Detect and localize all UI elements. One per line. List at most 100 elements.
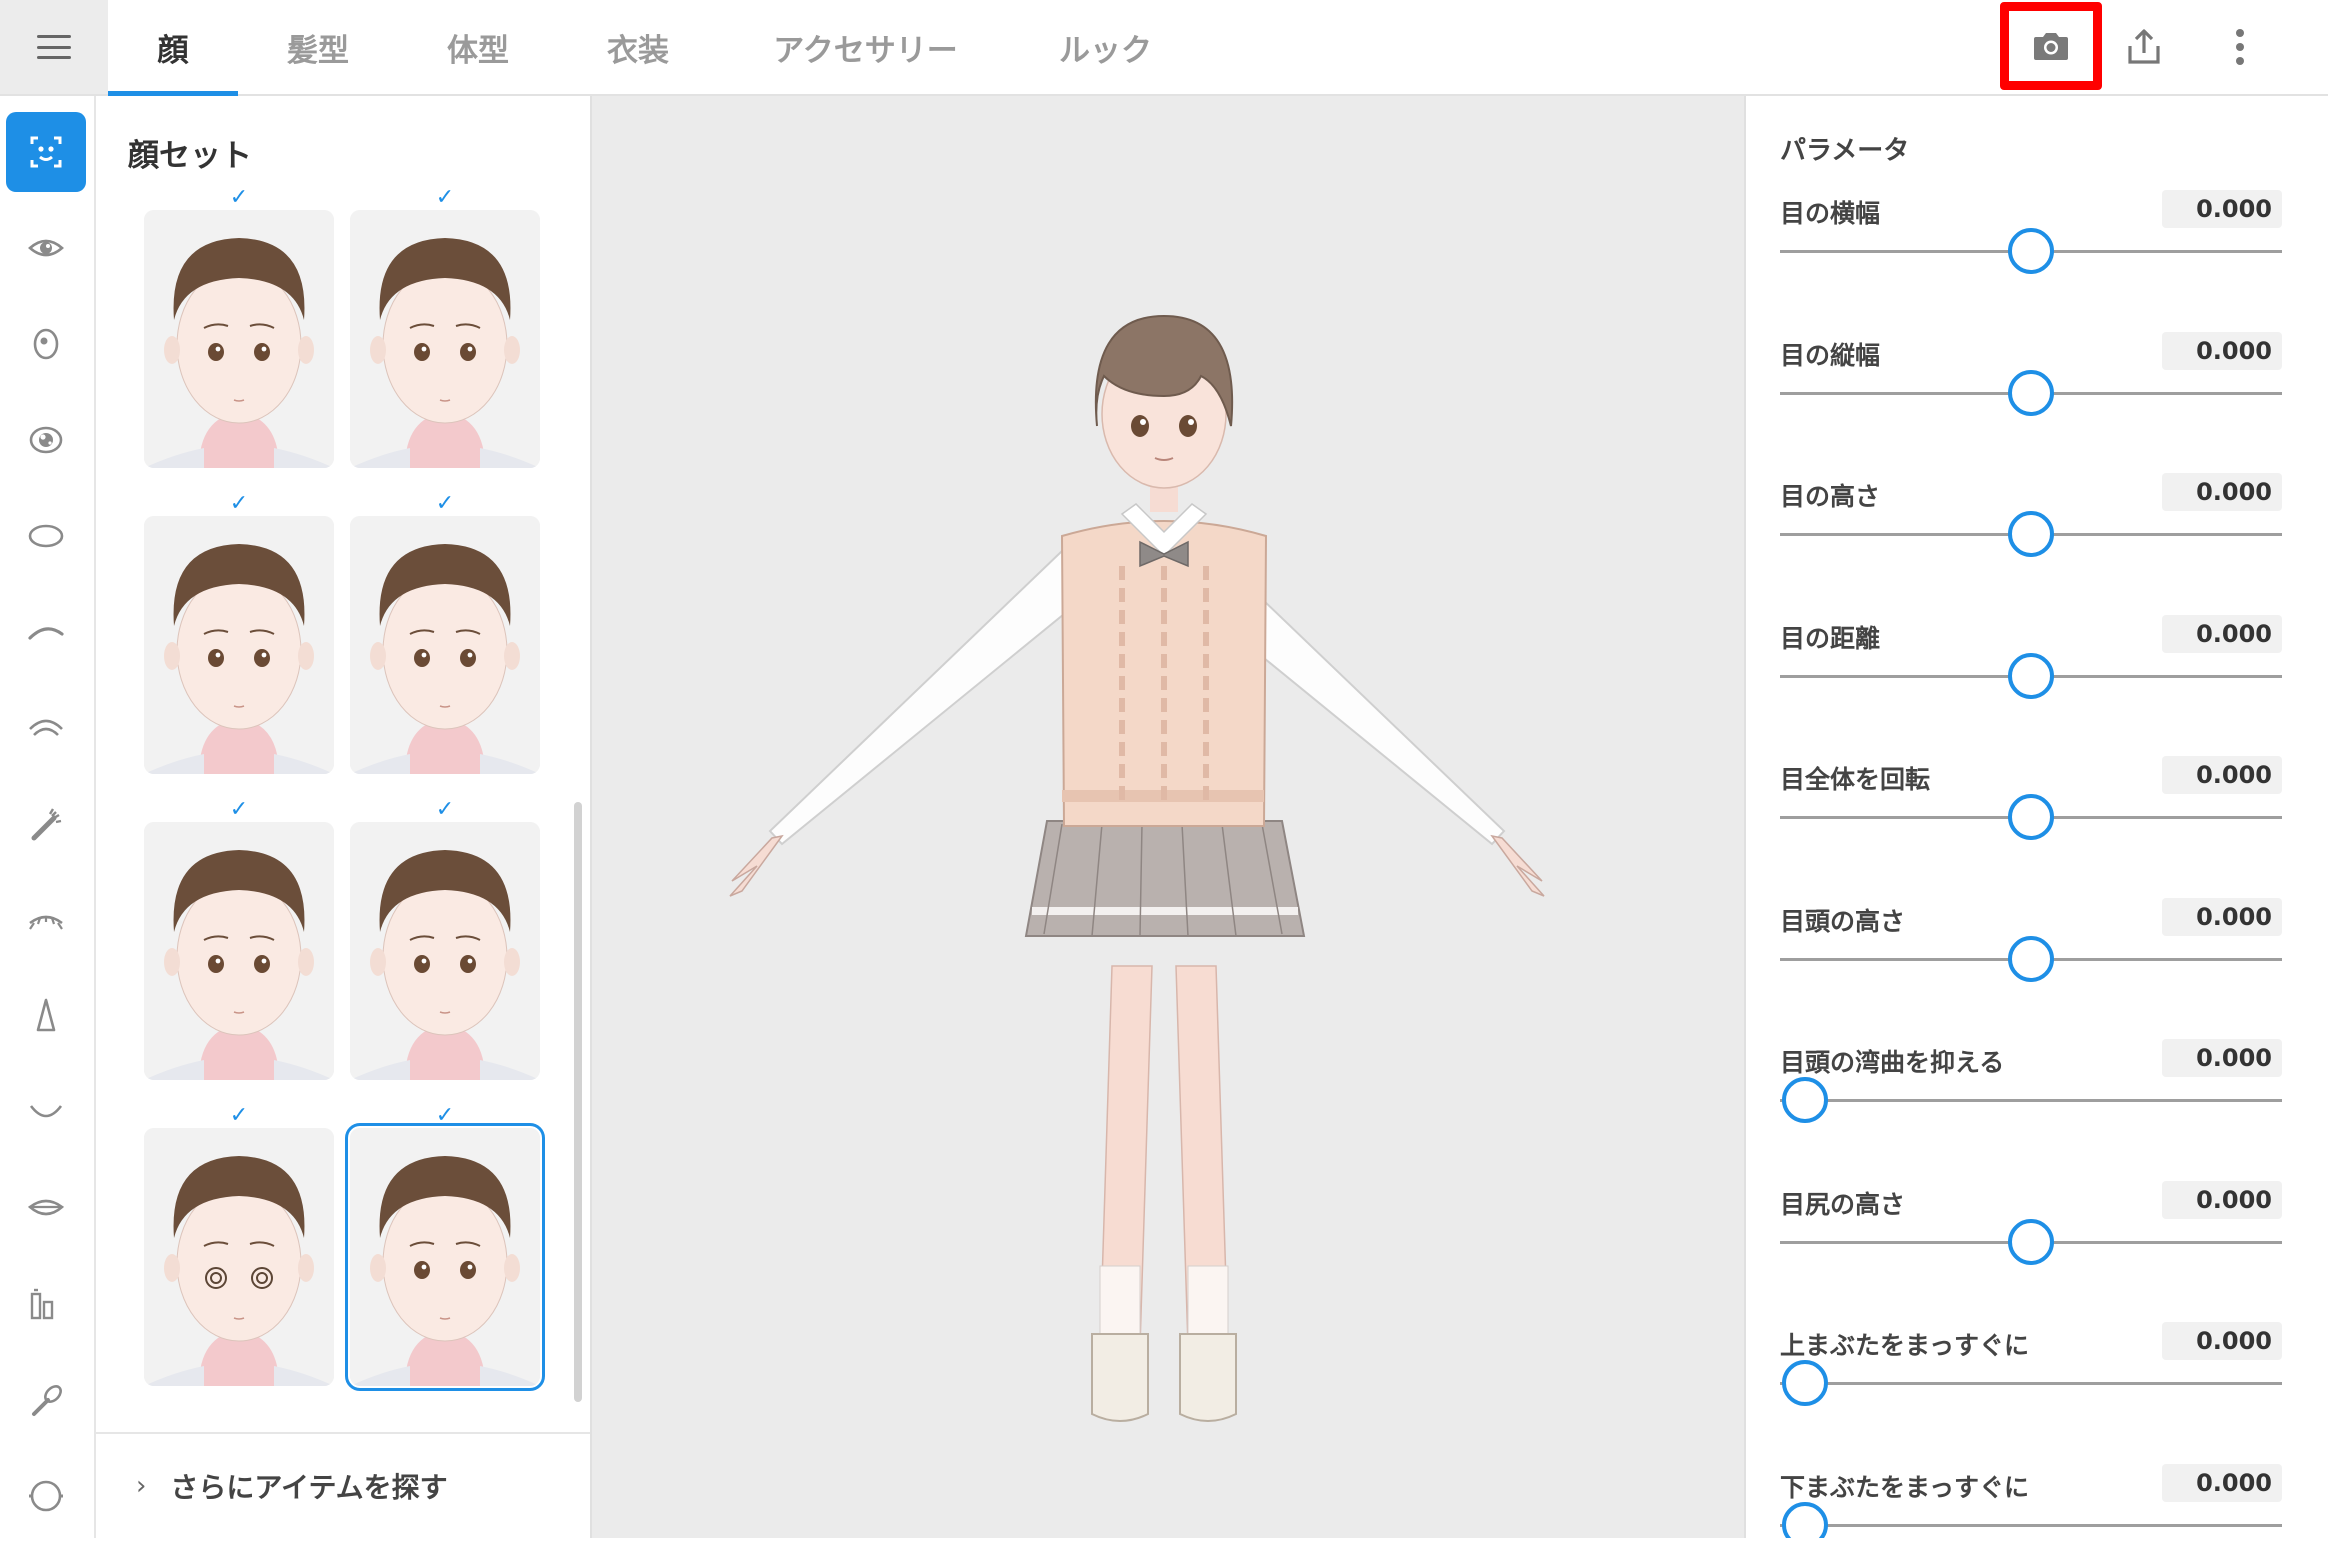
eye-icon [28,239,64,257]
camera-button[interactable] [2000,2,2102,90]
slider-thumb[interactable] [1782,1077,1829,1123]
camera-icon [2034,33,2068,60]
face-set-item[interactable] [144,516,334,774]
avatar-3d-viewport[interactable] [592,96,1744,1538]
parameter-value-field[interactable]: 0.000 [2162,331,2282,370]
parameter-label: 目頭の湾曲を抑える [1780,1048,2005,1077]
rail-eyebrow[interactable] [6,592,86,672]
rail-lips[interactable] [6,1168,86,1248]
iris-icon [33,328,59,360]
rail-eye-highlight[interactable] [6,400,86,480]
parameter-value-field[interactable]: 0.000 [2162,897,2282,936]
face-set-item[interactable] [350,516,540,774]
face-thumbnail [350,822,540,1080]
find-more-items-label: さらにアイテムを探す [170,1471,448,1504]
parameter-value-field[interactable]: 0.000 [2162,756,2282,794]
parameter-value-field[interactable]: 0.000 [2162,1039,2282,1077]
slider-thumb[interactable] [2008,794,2054,840]
parameter-row: 目頭の高さ 0.000 [1780,897,2282,1042]
hamburger-menu-button[interactable] [0,0,108,94]
face-outline-icon [28,524,64,548]
rail-eyelid[interactable] [6,688,86,768]
mouth-icon [29,1105,63,1118]
face-thumbnail [144,822,334,1080]
slider-thumb[interactable] [2008,1218,2054,1265]
parameter-value-field[interactable]: 0.000 [2162,1180,2282,1219]
parameter-value-field[interactable]: 0.000 [2162,190,2282,228]
rail-mouth[interactable] [6,1072,86,1152]
slider-track[interactable] [1780,1523,2282,1527]
avatar-model [729,314,1545,1422]
face-thumbnail [144,210,334,468]
tab-outfit[interactable]: 衣装 [558,0,718,94]
parameter-row: 目尻の高さ 0.000 [1780,1180,2282,1325]
face-set-panel: 顔セット ✓ ✓ ✓ ✓ ✓ ✓ ✓ ✓ › さらにアイテムを探す [96,96,592,1538]
rail-nose[interactable] [6,976,86,1056]
face-set-check-icon: ✓ [229,186,249,210]
tab-look[interactable]: ルック [1013,0,1198,94]
parameter-row: 目全体を回転 0.000 [1780,756,2282,900]
face-set-check-icon: ✓ [229,1103,249,1128]
parameter-label: 目全体を回転 [1780,765,1931,794]
ear-icon [29,1480,63,1512]
slider-thumb[interactable] [2008,228,2054,274]
rail-face-outline[interactable] [6,496,86,576]
parameter-value-field[interactable]: 0.000 [2162,1322,2282,1360]
eyelash-icon [31,808,62,841]
face-set-check-icon: ✓ [435,1103,455,1128]
parameters-title: パラメータ [1780,136,1910,166]
parameter-row: 目の高さ 0.000 [1780,473,2282,617]
share-button[interactable] [2096,0,2192,94]
face-set-item[interactable] [144,822,334,1080]
slider-thumb[interactable] [2008,935,2054,982]
lips-icon [27,1199,65,1216]
parameters-panel: パラメータ 目の横幅 0.000 目の縦幅 0.000 目の高さ 0.000 目の距離 0.0… [1744,96,2328,1538]
tab-face[interactable]: 顔 [108,0,238,96]
face-set-check-icon: ✓ [229,491,249,516]
parameter-label: 上まぶたをまっすぐに [1780,1331,2030,1360]
face-set-scrollbar[interactable] [574,802,582,1402]
slider-track[interactable] [1780,1099,2282,1102]
rail-eye[interactable] [6,208,86,288]
rail-lower-eyelash[interactable] [6,880,86,960]
rail-face-set[interactable] [6,112,86,192]
parameter-value-field[interactable]: 0.000 [2162,473,2282,511]
parameter-label: 下まぶたをまっすぐに [1780,1472,2030,1502]
rail-eyelash[interactable] [6,784,86,864]
rail-iris[interactable] [6,304,86,384]
slider-track[interactable] [1780,1382,2282,1385]
parameter-label: 目尻の高さ [1780,1189,1906,1219]
slider-thumb[interactable] [1782,1501,1829,1538]
more-options-button[interactable] [2192,0,2288,94]
face-set-item[interactable] [345,1123,545,1391]
face-set-item[interactable] [350,822,540,1080]
parameter-value-field[interactable]: 0.000 [2162,614,2282,653]
parameter-row: 上まぶたをまっすぐに 0.000 [1780,1322,2282,1466]
slider-thumb[interactable] [1782,1360,1829,1406]
face-set-item[interactable] [144,210,334,468]
face-set-title: 顔セット [128,138,252,174]
rail-makeup[interactable] [6,1360,86,1440]
hamburger-menu-icon [37,35,71,59]
eyebrow-icon [28,627,64,640]
face-thumbnail [350,210,540,468]
eyelid-icon [29,719,63,736]
rail-teeth[interactable] [6,1264,86,1344]
parameter-label: 目の距離 [1780,623,1881,653]
tab-accessory[interactable]: アクセサリー [718,0,1013,94]
parameter-row: 目の縦幅 0.000 [1780,331,2282,476]
face-set-item[interactable] [350,210,540,468]
face-thumbnail [144,516,334,774]
slider-thumb[interactable] [2008,511,2054,557]
tab-body[interactable]: 体型 [398,0,558,94]
slider-thumb[interactable] [2008,369,2054,416]
top-bar: 顔 髪型 体型 衣装 アクセサリー ルック [0,0,2328,96]
parameter-label: 目の横幅 [1780,199,1881,228]
parameter-row: 目の距離 0.000 [1780,614,2282,759]
parameter-value-field[interactable]: 0.000 [2162,1463,2282,1502]
slider-thumb[interactable] [2008,652,2054,699]
rail-head-shape[interactable] [6,1456,86,1536]
face-set-item[interactable] [144,1128,334,1386]
tab-hairstyle[interactable]: 髪型 [238,0,398,94]
find-more-items-button[interactable]: › さらにアイテムを探す [96,1432,590,1538]
